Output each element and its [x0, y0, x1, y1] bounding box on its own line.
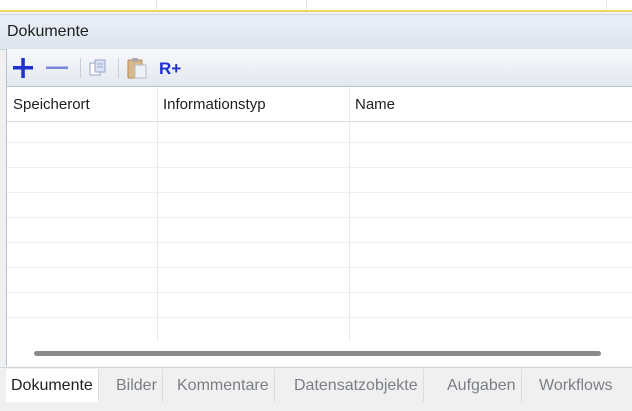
- tab-bilder[interactable]: Bilder: [111, 369, 163, 402]
- row-divider: [7, 267, 632, 268]
- toolbar-separator: [80, 58, 81, 78]
- row-divider: [7, 142, 632, 143]
- plus-icon: [13, 58, 33, 78]
- paste-icon: [127, 58, 147, 79]
- svg-text:R+: R+: [159, 59, 181, 78]
- bottom-tab-bar: Dokumente Bilder Kommentare Datensatzobj…: [0, 367, 632, 411]
- add-reference-icon: R+: [159, 59, 181, 78]
- tab-workflows[interactable]: Workflows: [534, 369, 618, 402]
- column-header-speicherort[interactable]: Speicherort: [13, 96, 90, 113]
- previous-panel-remnant: [0, 0, 632, 12]
- add-button[interactable]: [10, 55, 36, 81]
- row-divider: [7, 292, 632, 293]
- toolbar-separator: [118, 58, 119, 78]
- horizontal-scrollbar[interactable]: [7, 341, 632, 366]
- documents-toolbar: R+: [6, 49, 632, 87]
- minus-icon: [46, 66, 68, 69]
- column-divider: [157, 87, 158, 341]
- tab-kommentare[interactable]: Kommentare: [172, 369, 275, 402]
- tab-datensatzobjekte[interactable]: Datensatzobjekte: [289, 369, 424, 402]
- row-divider: [7, 192, 632, 193]
- row-divider: [7, 242, 632, 243]
- scrollbar-thumb[interactable]: [34, 351, 601, 356]
- panel-title: Dokumente: [7, 23, 89, 40]
- column-divider: [306, 0, 307, 10]
- remove-button[interactable]: [44, 55, 70, 81]
- panel-header: Dokumente: [0, 14, 632, 50]
- row-divider: [7, 317, 632, 318]
- grid-header: Speicherort Informationstyp Name: [7, 87, 632, 122]
- tab-dokumente[interactable]: Dokumente: [6, 369, 99, 402]
- column-header-informationstyp[interactable]: Informationstyp: [163, 96, 266, 113]
- paste-button[interactable]: [124, 55, 150, 81]
- copy-button[interactable]: [85, 55, 111, 81]
- add-reference-button[interactable]: R+: [158, 55, 184, 81]
- row-divider: [7, 217, 632, 218]
- tab-aufgaben[interactable]: Aufgaben: [442, 369, 522, 402]
- column-divider: [156, 0, 157, 10]
- documents-grid[interactable]: Speicherort Informationstyp Name: [6, 87, 632, 366]
- column-divider: [349, 87, 350, 341]
- copy-icon: [89, 59, 106, 76]
- column-divider: [606, 0, 607, 10]
- row-divider: [7, 167, 632, 168]
- column-header-name[interactable]: Name: [355, 96, 395, 113]
